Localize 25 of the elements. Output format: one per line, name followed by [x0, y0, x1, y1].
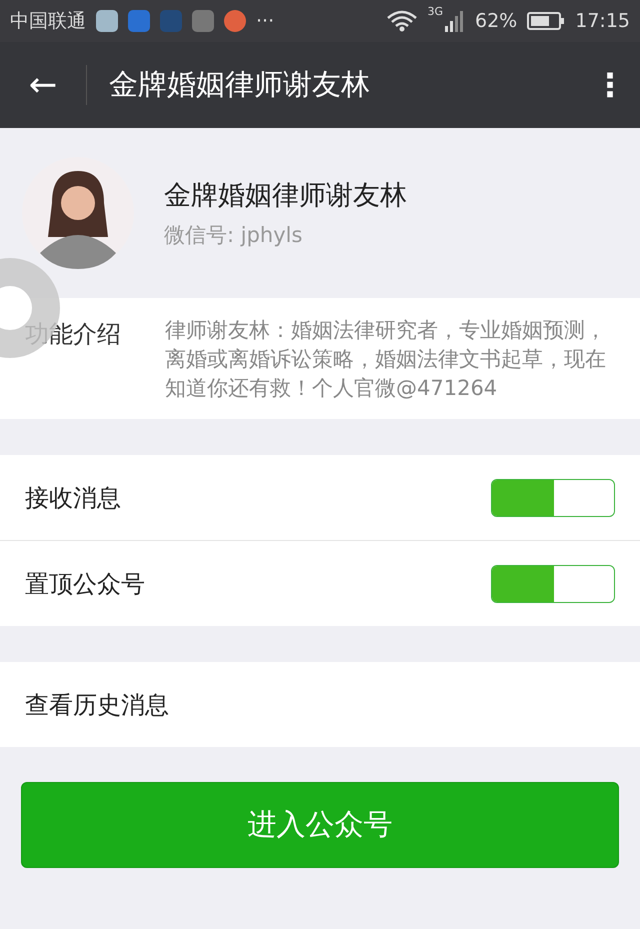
app-icon — [160, 10, 182, 32]
back-button[interactable]: ← — [0, 65, 87, 105]
intro-text: 律师谢友林：婚姻法律研究者，专业婚姻预测，离婚或离婚诉讼策略，婚姻法律文书起草，现在知道你还有救！个人官微@471264 — [165, 317, 607, 402]
toggle-switch[interactable] — [491, 564, 615, 602]
page-title: 金牌婚姻律师谢友林 — [109, 66, 371, 103]
wechat-id: 微信号: jphyls — [164, 222, 304, 249]
shield-icon — [128, 10, 150, 32]
history-link[interactable]: 查看历史消息 — [25, 688, 169, 720]
network-type: 3G — [427, 5, 443, 18]
wifi-icon — [387, 10, 418, 32]
app-icon — [96, 10, 118, 32]
more-notifications: ··· — [256, 10, 274, 32]
clock: 17:15 — [575, 10, 630, 32]
app-icon — [224, 10, 246, 32]
signal-icon — [445, 10, 465, 32]
account-name: 金牌婚姻律师谢友林 — [164, 179, 407, 213]
battery-percent: 62% — [475, 10, 518, 32]
setting-label: 置顶公众号 — [25, 568, 145, 600]
toggle-switch[interactable] — [491, 478, 615, 516]
app-icon — [192, 10, 214, 32]
intro-label: 功能介绍 — [25, 319, 121, 350]
carrier-name: 中国联通 — [10, 9, 86, 34]
menu-button[interactable]: ⋮ — [580, 66, 640, 104]
setting-label: 接收消息 — [25, 482, 121, 514]
battery-icon — [527, 11, 566, 31]
